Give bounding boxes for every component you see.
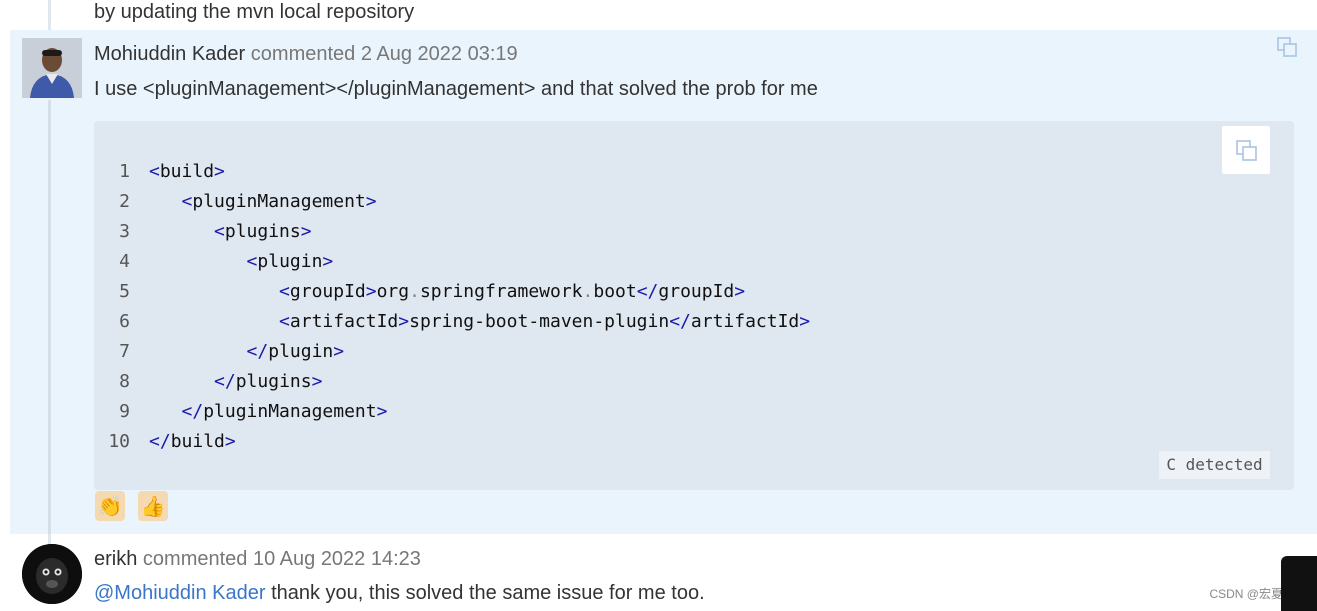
code-line: 7 </plugin> — [94, 337, 810, 367]
code-token: artifactId — [690, 311, 800, 332]
code-token: pluginManagement — [203, 401, 377, 422]
clap-reaction[interactable]: 👏 — [95, 491, 125, 521]
comment-meta[interactable]: commented 2 Aug 2022 03:19 — [251, 43, 518, 65]
code-token: boot — [593, 281, 637, 302]
code-token: > — [322, 251, 334, 272]
code-token: . — [582, 281, 594, 302]
code-token: plugins — [235, 371, 312, 392]
code-token: </ — [636, 281, 659, 302]
code-token: build — [170, 431, 225, 452]
line-number: 4 — [119, 251, 130, 272]
code-line: 5 <groupId>org.springframework.boot</gro… — [94, 277, 810, 307]
code-token: > — [311, 371, 323, 392]
code-token: pluginManagement — [192, 191, 366, 212]
code-token: springframework — [419, 281, 583, 302]
code-line: 9 </pluginManagement> — [94, 397, 810, 427]
code-token: > — [398, 311, 410, 332]
comment-body: @Mohiuddin Kader thank you, this solved … — [94, 580, 705, 606]
code-token: groupId — [658, 281, 735, 302]
code-token: </ — [214, 371, 236, 392]
line-number: 7 — [119, 341, 130, 362]
code-line: 3 <plugins> — [94, 217, 810, 247]
code-token: > — [333, 341, 345, 362]
code-token: < — [214, 221, 225, 242]
code-token: < — [246, 251, 258, 272]
code-token: artifactId — [289, 311, 399, 332]
mention-link[interactable]: @Mohiuddin Kader — [94, 582, 266, 604]
avatar[interactable] — [22, 38, 82, 98]
comment-header: erikh commented 10 Aug 2022 14:23 — [94, 546, 421, 572]
code-token: </ — [149, 431, 171, 452]
line-number: 10 — [108, 431, 130, 452]
code-token: > — [376, 401, 388, 422]
code-token: groupId — [289, 281, 366, 302]
code-token: < — [279, 281, 290, 302]
code-token: </ — [181, 401, 204, 422]
previous-comment-text: by updating the mvn local repository — [94, 1, 415, 23]
comment-author[interactable]: Mohiuddin Kader — [94, 43, 245, 65]
code-token: > — [300, 221, 312, 242]
code-token: > — [224, 431, 236, 452]
line-number: 3 — [119, 221, 130, 242]
comment-body: I use <pluginManagement></pluginManageme… — [94, 78, 818, 100]
line-number: 5 — [119, 281, 130, 302]
code-token: > — [734, 281, 746, 302]
copy-icon — [1236, 140, 1257, 161]
code-copy-button[interactable] — [1222, 126, 1270, 174]
comment-author[interactable]: erikh — [94, 548, 137, 570]
code-token: > — [365, 191, 377, 212]
code-line: 8 </plugins> — [94, 367, 810, 397]
reactions: 👏 👍 — [95, 491, 168, 521]
thread-line — [48, 100, 51, 534]
code-line: 1 <build> — [94, 157, 810, 187]
line-number: 6 — [119, 311, 130, 332]
language-badge: C detected — [1159, 451, 1270, 479]
code-token: </ — [246, 341, 269, 362]
code-lines: 1 <build> 2 <pluginManagement> 3 <plugins> 4… — [94, 157, 810, 457]
line-number: 8 — [119, 371, 130, 392]
code-token: < — [149, 161, 160, 182]
code-token: > — [214, 161, 225, 182]
code-line: 2 <pluginManagement> — [94, 187, 810, 217]
comment-body-text: thank you, this solved the same issue fo… — [265, 582, 705, 604]
thumbs-up-reaction[interactable]: 👍 — [138, 491, 168, 521]
code-token: . — [409, 281, 420, 302]
code-token: build — [159, 161, 215, 182]
code-token: < — [279, 311, 290, 332]
code-token: > — [365, 281, 377, 302]
copy-icon[interactable] — [1276, 36, 1298, 63]
line-number: 9 — [119, 401, 130, 422]
code-token: </ — [669, 311, 691, 332]
code-token: plugins — [224, 221, 301, 242]
code-token: spring-boot-maven-plugin — [409, 311, 670, 332]
avatar[interactable] — [22, 544, 82, 604]
line-number: 1 — [119, 161, 130, 182]
code-line: 6 <artifactId>spring-boot-maven-plugin</… — [94, 307, 810, 337]
code-block: 1 <build> 2 <pluginManagement> 3 <plugins> 4… — [94, 121, 1294, 490]
watermark: CSDN @宏夏c — [1209, 587, 1289, 601]
code-token: org — [376, 281, 410, 302]
corner-widget[interactable] — [1281, 556, 1317, 611]
code-line: 4 <plugin> — [94, 247, 810, 277]
code-token: > — [799, 311, 811, 332]
code-token: plugin — [268, 341, 334, 362]
comment-header: Mohiuddin Kader commented 2 Aug 2022 03:… — [94, 41, 518, 67]
comment-meta[interactable]: commented 10 Aug 2022 14:23 — [143, 548, 421, 570]
code-token: plugin — [257, 251, 323, 272]
code-token: < — [181, 191, 193, 212]
code-line: 10 </build> — [94, 427, 810, 457]
line-number: 2 — [119, 191, 130, 212]
